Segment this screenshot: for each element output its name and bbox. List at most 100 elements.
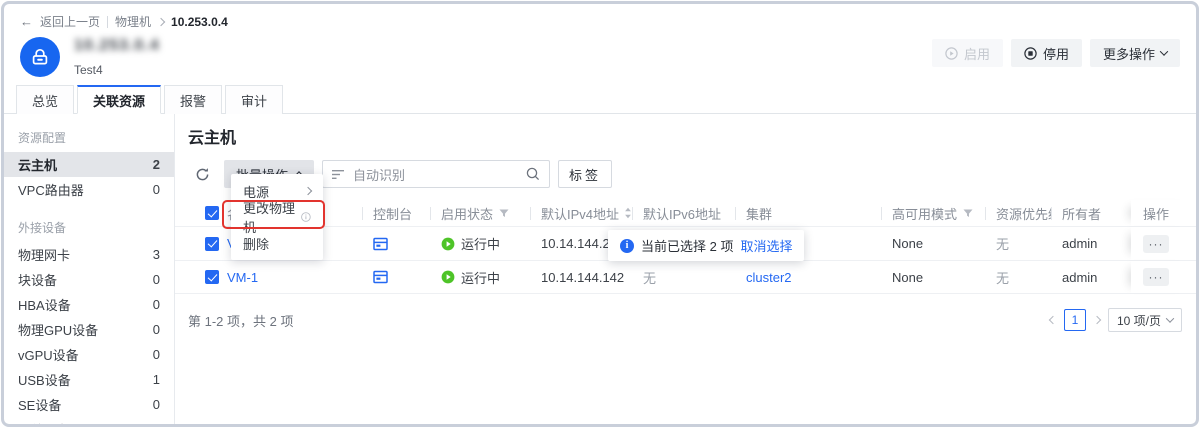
app-window: ← 返回上一页 物理机 10.253.0.4 10.253.0.4 Test4	[1, 1, 1199, 427]
resource-sidebar: 资源配置 云主机 2 VPC路由器 0 外接设备 物理网卡 3 块设备 0 HB…	[4, 114, 175, 427]
sidebar-item-label: VPC路由器	[18, 180, 84, 199]
sidebar-item-count: 0	[153, 272, 160, 287]
menu-item-change-host[interactable]: 更改物理机	[231, 204, 323, 230]
chevron-down-icon	[1160, 47, 1168, 55]
column-owner[interactable]: 所有者	[1051, 204, 1131, 223]
tab-bar: 总览 关联资源 报警 审计	[4, 85, 1196, 114]
tag-button[interactable]: 标签	[558, 160, 612, 188]
row-checkbox[interactable]	[205, 270, 219, 284]
current-page-button[interactable]: 1	[1064, 309, 1086, 331]
column-ha-mode[interactable]: 高可用模式	[881, 204, 985, 223]
sidebar-section-title: 资源配置	[4, 122, 174, 152]
sidebar-item-vpc-router[interactable]: VPC路由器 0	[4, 177, 174, 202]
table-header-row: 名称 控制台 启用状态 默认IPv4地址 默认IPv6地址 集群 高可用模式 资…	[175, 200, 1196, 226]
column-cluster[interactable]: 集群	[735, 204, 881, 223]
enable-button[interactable]: 启用	[932, 39, 1003, 67]
search-mode-text: 自动识别	[353, 165, 518, 184]
refresh-button[interactable]	[188, 160, 216, 188]
row-checkbox[interactable]	[205, 237, 219, 251]
section-title: 云主机	[188, 124, 1196, 148]
tab-alerts[interactable]: 报警	[164, 85, 222, 114]
sidebar-item-label: 其他设备	[18, 420, 70, 427]
console-icon[interactable]	[373, 237, 388, 251]
sidebar-item-other-device[interactable]: 其他设备 0	[4, 417, 174, 427]
enable-label: 启用	[964, 44, 990, 63]
host-lock-icon	[30, 47, 50, 67]
sidebar-item-count: 0	[153, 182, 160, 197]
column-priority[interactable]: 资源优先级	[985, 204, 1051, 223]
next-page-button[interactable]	[1094, 317, 1100, 323]
sidebar-item-count: 0	[153, 322, 160, 337]
tab-related-resources[interactable]: 关联资源	[77, 85, 161, 114]
sidebar-item-se-device[interactable]: SE设备 0	[4, 392, 174, 417]
prev-page-button[interactable]	[1050, 317, 1056, 323]
sidebar-item-count: 0	[153, 347, 160, 362]
sidebar-item-label: SE设备	[18, 395, 61, 414]
row-more-button[interactable]: ···	[1143, 268, 1169, 286]
running-status-icon	[441, 237, 455, 251]
column-ipv4[interactable]: 默认IPv4地址	[530, 204, 632, 223]
sidebar-item-count: 3	[153, 247, 160, 262]
select-all-checkbox[interactable]	[205, 206, 219, 220]
filter-funnel-icon[interactable]	[963, 209, 973, 218]
tab-label: 审计	[241, 91, 267, 110]
chevron-down-icon	[1166, 314, 1174, 322]
breadcrumb-back[interactable]: 返回上一页	[40, 13, 100, 30]
ha-mode-value: None	[881, 236, 985, 251]
page-header: 10.253.0.4 Test4 启用 停用 更多操作	[4, 30, 1196, 79]
page-size-label: 10 项/页	[1117, 312, 1161, 329]
main-panel: 云主机 批量操作 自动识别	[175, 114, 1196, 427]
page-size-select[interactable]: 10 项/页	[1108, 308, 1182, 332]
search-input[interactable]: 自动识别	[322, 160, 550, 188]
search-icon[interactable]	[526, 167, 540, 181]
pagination-summary: 第 1-2 项，共 2 项	[188, 311, 293, 330]
sidebar-item-label: 物理网卡	[18, 245, 70, 264]
sidebar-item-physical-nic[interactable]: 物理网卡 3	[4, 242, 174, 267]
sidebar-item-count: 0	[153, 422, 160, 427]
sidebar-item-vm[interactable]: 云主机 2	[4, 152, 174, 177]
sidebar-item-label: USB设备	[18, 370, 71, 389]
tab-audit[interactable]: 审计	[225, 85, 283, 114]
sidebar-item-physical-gpu[interactable]: 物理GPU设备 0	[4, 317, 174, 342]
sidebar-item-vgpu[interactable]: vGPU设备 0	[4, 342, 174, 367]
breadcrumb-divider	[107, 16, 108, 28]
running-status-icon	[441, 270, 455, 284]
more-actions-button[interactable]: 更多操作	[1090, 39, 1180, 67]
info-circle-icon	[301, 211, 311, 223]
priority-value: 无	[985, 268, 1051, 287]
filter-funnel-icon[interactable]	[499, 209, 509, 218]
sidebar-item-label: HBA设备	[18, 295, 71, 314]
owner-value: admin	[1051, 236, 1131, 251]
table-footer: 第 1-2 项，共 2 项 1 10 项/页	[188, 308, 1182, 332]
ha-mode-value: None	[881, 270, 985, 285]
owner-value: admin	[1051, 270, 1131, 285]
disable-button[interactable]: 停用	[1011, 39, 1082, 67]
chevron-right-icon	[157, 17, 165, 25]
sidebar-item-count: 0	[153, 397, 160, 412]
toolbar: 批量操作 自动识别 标签	[188, 160, 1196, 188]
tab-overview[interactable]: 总览	[16, 85, 74, 114]
sidebar-item-block-device[interactable]: 块设备 0	[4, 267, 174, 292]
selection-tooltip: i 当前已选择 2 项 取消选择	[608, 230, 804, 261]
status-text: 运行中	[461, 268, 500, 287]
sidebar-item-usb-device[interactable]: USB设备 1	[4, 367, 174, 392]
row-more-button[interactable]: ···	[1143, 235, 1169, 253]
more-actions-label: 更多操作	[1103, 44, 1155, 63]
column-status[interactable]: 启用状态	[430, 204, 530, 223]
column-ipv6[interactable]: 默认IPv6地址	[632, 204, 735, 223]
sidebar-item-hba-device[interactable]: HBA设备 0	[4, 292, 174, 317]
sidebar-section-title: 外接设备	[4, 212, 174, 242]
page-title-blurred: 10.253.0.4	[74, 37, 160, 55]
vm-name-link[interactable]: VM-1	[227, 270, 258, 285]
sort-icon[interactable]	[624, 207, 632, 219]
submenu-arrow-icon	[304, 187, 312, 195]
table-row[interactable]: VM-1 运行中 10.14.144.142 无 clust	[175, 260, 1196, 294]
clear-selection-link[interactable]: 取消选择	[740, 236, 792, 255]
back-arrow-icon[interactable]: ←	[20, 14, 33, 29]
ipv6-value: 无	[632, 268, 735, 287]
cluster-link[interactable]: cluster2	[746, 270, 792, 285]
breadcrumb-section[interactable]: 物理机	[115, 13, 151, 30]
host-avatar	[20, 37, 60, 77]
console-icon[interactable]	[373, 270, 388, 284]
column-console[interactable]: 控制台	[362, 204, 430, 223]
